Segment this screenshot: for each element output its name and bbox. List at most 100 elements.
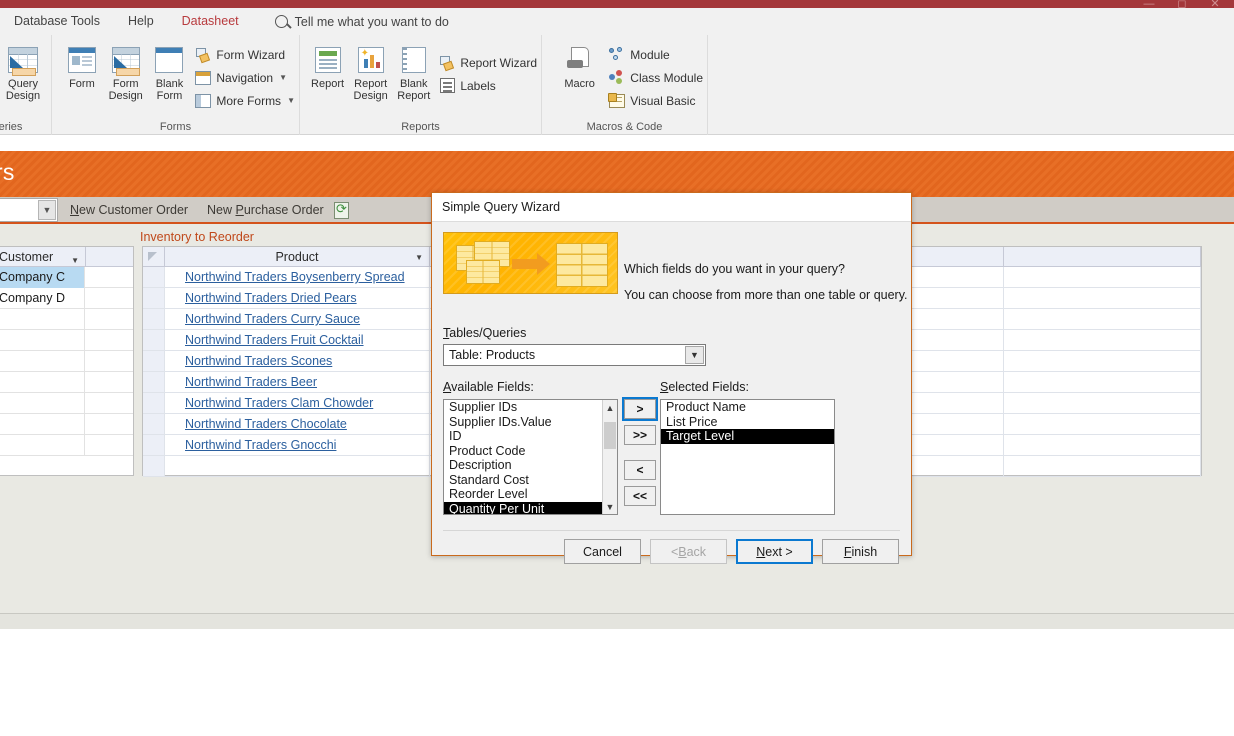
- window-controls[interactable]: — ◻ ✕: [1136, 0, 1228, 8]
- scroll-down-icon[interactable]: ▼: [603, 499, 617, 514]
- list-item-selected[interactable]: Target Level: [661, 429, 834, 444]
- add-all-fields-button[interactable]: >>: [624, 425, 656, 445]
- available-fields-listbox[interactable]: Supplier IDs Supplier IDs.Value ID Produ…: [443, 399, 618, 515]
- ribbon: Database Tools Help Datasheet Tell me wh…: [0, 8, 1234, 135]
- tab-help[interactable]: Help: [114, 8, 168, 35]
- column-header-extra-2[interactable]: [1004, 247, 1201, 266]
- list-item-selected[interactable]: Quantity Per Unit: [444, 501, 602, 514]
- form-design-button[interactable]: Form Design: [104, 39, 148, 102]
- list-item[interactable]: Product Name: [661, 400, 834, 415]
- blank-form-button[interactable]: Blank Form: [148, 39, 192, 102]
- query-design-label-1: Query: [8, 78, 38, 90]
- navigation-button[interactable]: Navigation ▼: [191, 66, 299, 89]
- table-row[interactable]: [0, 413, 133, 435]
- scroll-up-icon[interactable]: ▲: [603, 400, 617, 415]
- table-row[interactable]: [0, 392, 133, 414]
- scrollbar-thumb[interactable]: [604, 422, 616, 449]
- row-select-corner[interactable]: [143, 247, 165, 266]
- tell-me-box[interactable]: Tell me what you want to do: [274, 15, 449, 29]
- list-item[interactable]: Product Code: [444, 444, 602, 459]
- report-design-icon: ✦: [357, 42, 384, 78]
- customer-column-label: Customer: [0, 249, 54, 264]
- list-item[interactable]: Supplier IDs.Value: [444, 415, 602, 430]
- product-link[interactable]: Northwind Traders Curry Sauce: [165, 309, 430, 329]
- row-selector[interactable]: [143, 330, 165, 350]
- chevron-down-icon[interactable]: ▼: [38, 200, 56, 220]
- list-item[interactable]: Reorder Level: [444, 487, 602, 502]
- table-row[interactable]: [0, 350, 133, 372]
- report-wizard-button[interactable]: Report Wizard: [435, 51, 541, 74]
- new-customer-order-button[interactable]: New Customer Order: [70, 201, 188, 220]
- row-selector[interactable]: [143, 393, 165, 413]
- list-item[interactable]: ID: [444, 429, 602, 444]
- class-module-button[interactable]: Class Module: [605, 66, 707, 89]
- available-fields-scrollbar[interactable]: ▲ ▼: [602, 400, 617, 514]
- form-button[interactable]: Form: [60, 39, 104, 90]
- list-item[interactable]: Standard Cost: [444, 473, 602, 488]
- tab-datasheet[interactable]: Datasheet: [168, 8, 253, 35]
- product-link[interactable]: Northwind Traders Beer: [165, 372, 430, 392]
- product-column-header[interactable]: Product ▼: [165, 247, 430, 266]
- row-selector[interactable]: [143, 372, 165, 392]
- row-selector[interactable]: [143, 288, 165, 308]
- list-item[interactable]: Description: [444, 458, 602, 473]
- blank-report-button[interactable]: Blank Report: [392, 39, 435, 102]
- selected-fields-listbox[interactable]: Product Name List Price Target Level: [660, 399, 835, 515]
- product-link[interactable]: [165, 456, 430, 476]
- product-link[interactable]: Northwind Traders Gnocchi: [165, 435, 430, 455]
- row-selector[interactable]: [143, 435, 165, 455]
- labels-button[interactable]: Labels: [435, 74, 541, 97]
- form-wizard-button[interactable]: Form Wizard: [191, 43, 299, 66]
- tab-database-tools[interactable]: Database Tools: [0, 8, 114, 35]
- product-link[interactable]: Northwind Traders Dried Pears: [165, 288, 430, 308]
- chevron-down-icon[interactable]: ▼: [71, 256, 79, 265]
- table-row[interactable]: Company D: [0, 287, 133, 309]
- row-selector[interactable]: [143, 414, 165, 434]
- table-row[interactable]: [0, 329, 133, 351]
- tables-queries-select[interactable]: Table: Products ▼: [443, 344, 706, 366]
- table-row[interactable]: [0, 434, 133, 456]
- customer-datasheet[interactable]: Customer ▼ Company C Company D: [0, 246, 134, 476]
- chevron-down-icon[interactable]: ▼: [415, 253, 423, 262]
- chevron-down-icon[interactable]: ▼: [685, 346, 704, 364]
- refresh-icon[interactable]: [334, 201, 349, 219]
- product-link[interactable]: Northwind Traders Scones: [165, 351, 430, 371]
- add-field-button[interactable]: >: [622, 397, 658, 421]
- row-selector[interactable]: [143, 456, 165, 476]
- restore-icon[interactable]: ◻: [1169, 0, 1195, 8]
- product-link[interactable]: Northwind Traders Chocolate: [165, 414, 430, 434]
- visual-basic-button[interactable]: Visual Basic: [605, 89, 707, 112]
- product-link[interactable]: Northwind Traders Boysenberry Spread: [165, 267, 430, 287]
- row-selector[interactable]: [143, 309, 165, 329]
- toolbar-combo[interactable]: ▼: [0, 198, 58, 222]
- table-row[interactable]: Company C: [0, 266, 133, 288]
- new-purchase-order-button[interactable]: New Purchase Order: [207, 201, 324, 220]
- close-icon[interactable]: ✕: [1202, 0, 1228, 8]
- table-row[interactable]: [0, 308, 133, 330]
- minimize-icon[interactable]: —: [1136, 0, 1162, 8]
- wizard-illustration-icon: [443, 232, 618, 294]
- macro-button[interactable]: Macro: [554, 39, 605, 90]
- next-button[interactable]: Next >: [736, 539, 813, 564]
- remove-all-fields-button[interactable]: <<: [624, 486, 656, 506]
- row-selector[interactable]: [143, 351, 165, 371]
- row-selector[interactable]: [143, 267, 165, 287]
- tables-queries-label-rest: ables/Queries: [449, 326, 527, 340]
- product-link[interactable]: Northwind Traders Clam Chowder: [165, 393, 430, 413]
- remove-field-button[interactable]: <: [624, 460, 656, 480]
- finish-button[interactable]: Finish: [822, 539, 899, 564]
- more-forms-button[interactable]: More Forms ▼: [191, 89, 299, 112]
- list-item[interactable]: List Price: [661, 415, 834, 430]
- report-button[interactable]: Report: [306, 39, 349, 90]
- customer-cell[interactable]: Company D: [0, 287, 85, 309]
- cancel-button[interactable]: Cancel: [564, 539, 641, 564]
- report-design-button[interactable]: ✦ Report Design: [349, 39, 392, 102]
- query-design-button[interactable]: Query Design: [0, 39, 50, 102]
- customer-column-header[interactable]: Customer ▼: [0, 249, 85, 265]
- product-link[interactable]: Northwind Traders Fruit Cocktail: [165, 330, 430, 350]
- customer-cell[interactable]: Company C: [0, 266, 85, 288]
- list-item[interactable]: Supplier IDs: [444, 400, 602, 415]
- table-row[interactable]: [0, 371, 133, 393]
- module-button[interactable]: Module: [605, 43, 707, 66]
- module-label: Module: [630, 47, 670, 62]
